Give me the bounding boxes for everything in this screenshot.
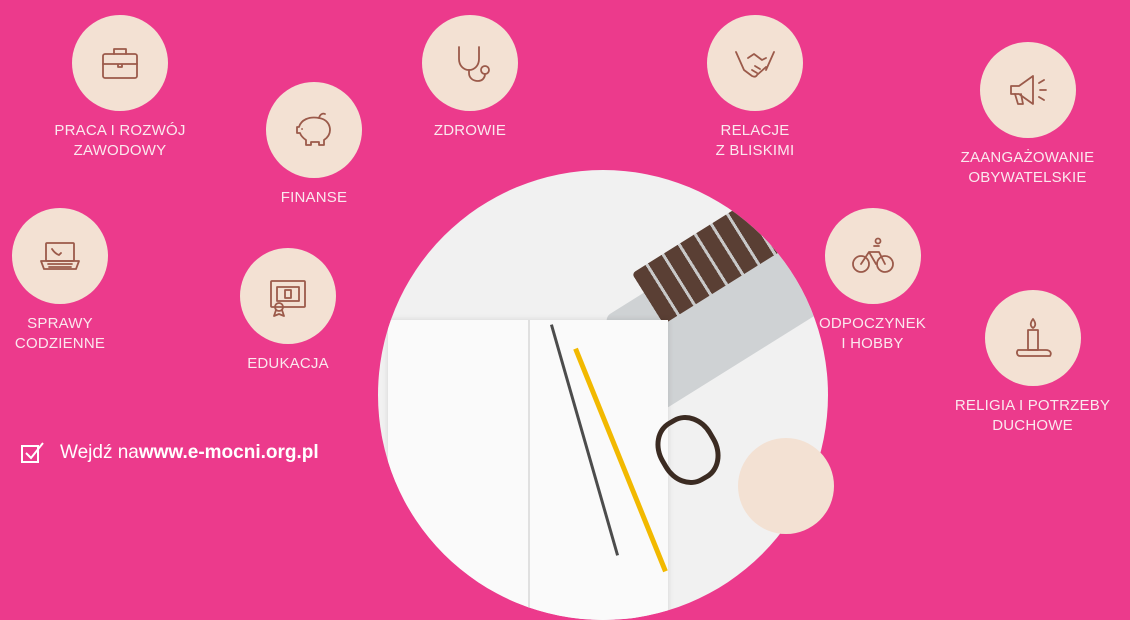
handshake-icon <box>707 15 803 111</box>
desk-photo <box>378 170 828 620</box>
cta-url[interactable]: www.e-mocni.org.pl <box>139 442 319 464</box>
category-education-label: EDUKACJA <box>247 355 329 372</box>
category-health: ZDROWIE <box>410 15 530 141</box>
category-finance: FINANSE <box>254 82 374 208</box>
cta-prefix: Wejdź na <box>60 442 139 463</box>
laptop-phone-icon <box>12 208 108 304</box>
diploma-icon <box>240 248 336 344</box>
bicycle-icon <box>824 208 921 304</box>
stethoscope-icon <box>422 15 518 111</box>
checkbox-icon <box>21 442 44 463</box>
category-health-label: ZDROWIE <box>433 122 507 139</box>
category-work-label: PRACA I ROZWÓJ ZAWODOWY <box>54 122 186 159</box>
website-cta[interactable]: Wejdź na www.e-mocni.org.pl <box>20 440 319 466</box>
category-leisure-label: ODPOCZYNEK I HOBBY <box>818 315 926 352</box>
category-education: EDUKACJA <box>228 248 348 374</box>
candle-icon <box>984 290 1081 386</box>
category-daily: SPRAWY CODZIENNE <box>5 208 115 354</box>
category-relations: RELACJE Z BLISKIMI <box>690 15 820 161</box>
category-relations-label: RELACJE Z BLISKIMI <box>715 122 795 159</box>
piggy-bank-icon <box>266 82 362 178</box>
megaphone-icon <box>979 42 1076 138</box>
category-religion: RELIGIA I POTRZEBY DUCHOWE <box>945 290 1120 436</box>
category-civic: ZAANGAŻOWANIE OBYWATELSKIE <box>945 42 1110 188</box>
category-civic-label: ZAANGAŻOWANIE OBYWATELSKIE <box>960 149 1095 186</box>
briefcase-icon <box>72 15 168 111</box>
category-daily-label: SPRAWY CODZIENNE <box>14 315 106 352</box>
category-work: PRACA I ROZWÓJ ZAWODOWY <box>40 15 200 161</box>
category-finance-label: FINANSE <box>280 189 348 206</box>
partial-circle <box>738 438 834 534</box>
category-religion-label: RELIGIA I POTRZEBY DUCHOWE <box>954 397 1111 434</box>
